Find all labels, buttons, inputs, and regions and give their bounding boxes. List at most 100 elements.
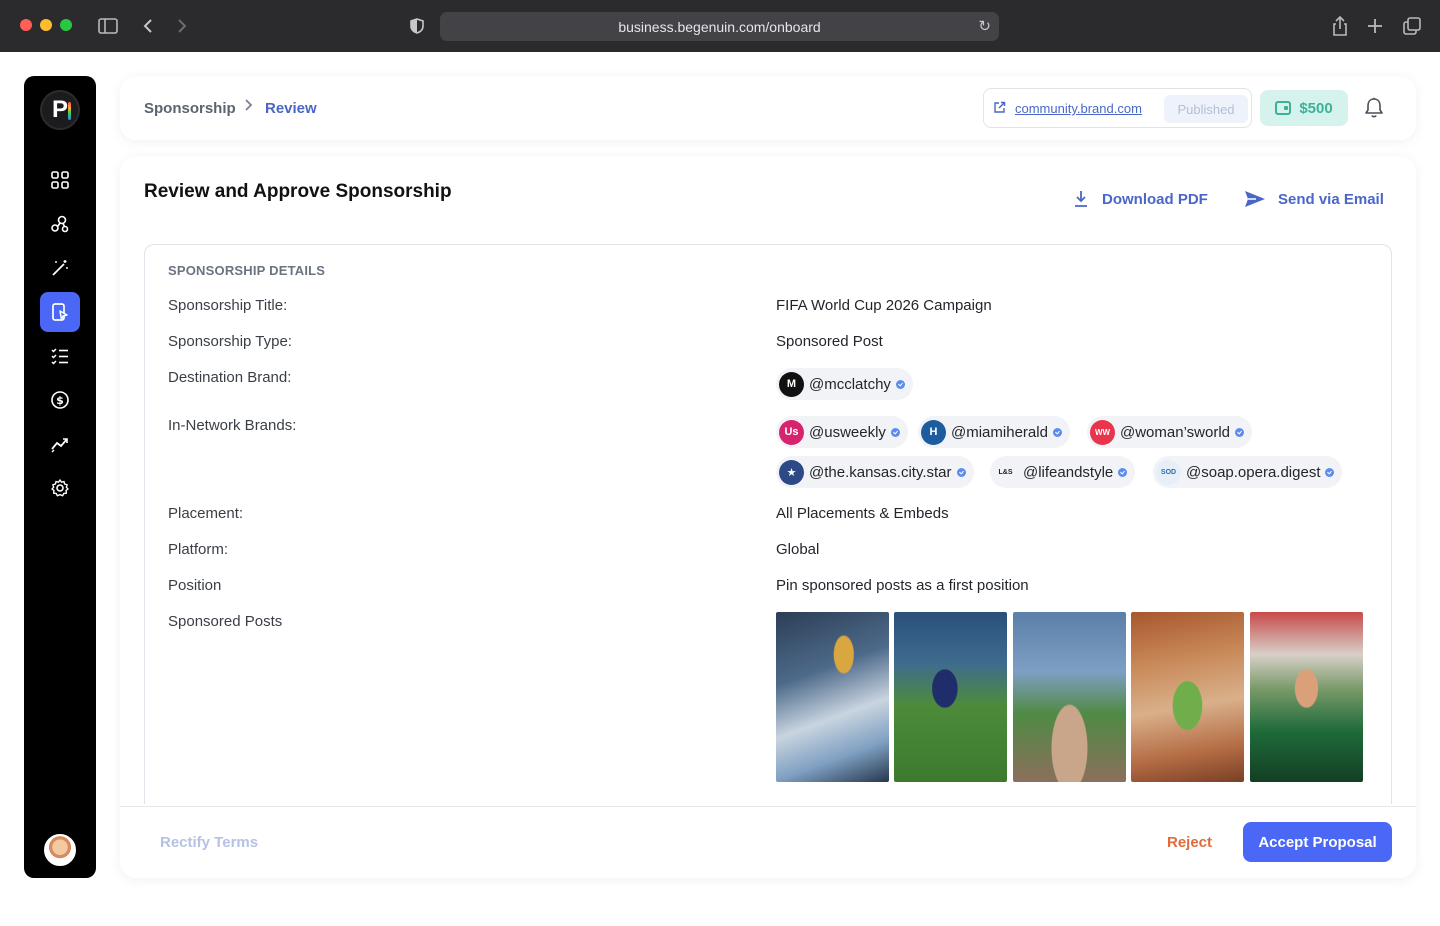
community-link-box: community.brand.com Published	[983, 88, 1252, 128]
send-icon	[1245, 191, 1265, 207]
back-icon[interactable]	[136, 14, 160, 38]
position-label: Position	[168, 577, 222, 594]
brand-handle: @lifeandstyle	[1023, 463, 1114, 481]
title-value: FIFA World Cup 2026 Campaign	[776, 297, 992, 314]
external-link-icon	[993, 101, 1007, 115]
sponsored-posts-label: Sponsored Posts	[168, 613, 283, 630]
reload-icon[interactable]: ↻	[978, 17, 991, 35]
verified-icon	[1118, 467, 1128, 477]
user-avatar[interactable]	[44, 834, 76, 866]
page-title: Review and Approve Sponsorship	[144, 181, 452, 202]
logo-color-bar	[68, 102, 71, 120]
brand-logo: L&S	[993, 459, 1018, 485]
brand-logo: SOD	[1156, 459, 1181, 485]
type-value: Sponsored Post	[776, 333, 883, 350]
sidebar-item-analytics[interactable]	[40, 424, 80, 464]
placement-label: Placement:	[168, 505, 244, 522]
wallet-balance-button[interactable]: $500	[1260, 90, 1348, 126]
sponsored-post-thumbnail[interactable]	[1013, 612, 1126, 782]
sidebar-item-network[interactable]	[40, 204, 80, 244]
verified-icon	[890, 427, 900, 437]
type-label: Sponsorship Type:	[168, 333, 292, 350]
breadcrumb-sponsorship[interactable]: Sponsorship	[144, 100, 236, 117]
send-email-label: Send via Email	[1278, 190, 1384, 208]
brand-handle: @miamiherald	[951, 423, 1048, 441]
app-sidebar: P $	[24, 76, 96, 878]
sidebar-item-sponsorship[interactable]	[40, 292, 80, 332]
review-card: Review and Approve Sponsorship Download …	[120, 156, 1416, 878]
sidebar-item-earnings[interactable]: $	[40, 380, 80, 420]
checklist-icon	[51, 348, 68, 365]
forward-icon[interactable]	[170, 14, 194, 38]
verified-icon	[1235, 427, 1244, 437]
brand-handle: @mcclatchy	[809, 375, 891, 393]
sponsorship-details-section: SPONSORSHIP DETAILS Sponsorship Title: F…	[144, 244, 1392, 804]
analytics-icon	[51, 438, 68, 453]
new-tab-icon[interactable]	[1363, 14, 1387, 38]
platform-value: Global	[776, 541, 820, 558]
title-label: Sponsorship Title:	[168, 297, 288, 314]
sidebar-item-tasks[interactable]	[40, 336, 80, 376]
sponsorship-icon	[52, 303, 68, 321]
verified-icon	[1325, 467, 1335, 477]
brand-chip-kansascitystar[interactable]: ★ @the.kansas.city.star	[776, 456, 974, 488]
footer-divider	[120, 806, 1416, 807]
accept-proposal-button[interactable]: Accept Proposal	[1243, 822, 1392, 862]
rectify-terms-button[interactable]: Rectify Terms	[160, 834, 258, 851]
bell-icon[interactable]	[1364, 97, 1384, 119]
sponsored-post-thumbnail[interactable]	[1131, 612, 1244, 782]
sidebar-item-settings[interactable]	[40, 468, 80, 508]
section-title: SPONSORSHIP DETAILS	[168, 263, 326, 278]
network-icon	[51, 215, 69, 233]
magic-wand-icon	[52, 260, 68, 276]
minimize-window-button[interactable]	[40, 19, 52, 31]
verified-icon	[1052, 427, 1062, 437]
brand-chip-miamiherald[interactable]: H @miamiherald	[918, 416, 1070, 448]
breadcrumb-review: Review	[265, 100, 317, 117]
platform-label: Platform:	[168, 541, 229, 558]
chevron-right-icon	[244, 98, 254, 117]
brand-handle: @soap.opera.digest	[1186, 463, 1321, 481]
position-value: Pin sponsored posts as a first position	[776, 577, 1029, 594]
share-icon[interactable]	[1328, 14, 1352, 38]
brand-chip-lifeandstyle[interactable]: L&S @lifeandstyle	[990, 456, 1136, 488]
destination-label: Destination Brand:	[168, 369, 292, 386]
download-pdf-button[interactable]: Download PDF	[1072, 190, 1208, 208]
brand-logo: WW	[1090, 419, 1115, 445]
maximize-window-button[interactable]	[60, 19, 72, 31]
verified-icon	[895, 379, 905, 389]
sponsored-post-thumbnail[interactable]	[776, 612, 889, 782]
sidebar-toggle-icon[interactable]	[96, 14, 120, 38]
gear-icon	[51, 479, 69, 497]
shield-icon[interactable]	[405, 14, 429, 38]
sidebar-item-create[interactable]	[40, 248, 80, 288]
in-network-label: In-Network Brands:	[168, 417, 297, 434]
brand-logo: H	[921, 419, 946, 445]
sidebar-item-dashboard[interactable]	[40, 160, 80, 200]
close-window-button[interactable]	[20, 19, 32, 31]
dollar-icon: $	[51, 391, 69, 409]
tabs-overview-icon[interactable]	[1400, 14, 1424, 38]
grid-icon	[51, 171, 69, 189]
url-text: business.begenuin.com/onboard	[618, 18, 821, 35]
wallet-balance: $500	[1299, 99, 1333, 117]
download-pdf-label: Download PDF	[1102, 190, 1208, 208]
brand-logo: M	[779, 371, 804, 397]
svg-text:$: $	[56, 394, 64, 407]
destination-brand-chip[interactable]: M @mcclatchy	[776, 368, 913, 400]
brand-handle: @woman’sworld	[1120, 423, 1230, 441]
brand-chip-usweekly[interactable]: Us @usweekly	[776, 416, 908, 448]
brand-chip-womansworld[interactable]: WW @woman’sworld	[1087, 416, 1252, 448]
download-icon	[1075, 191, 1087, 207]
sponsored-post-thumbnail[interactable]	[1250, 612, 1363, 782]
send-email-button[interactable]: Send via Email	[1244, 190, 1384, 208]
community-url-link[interactable]: community.brand.com	[1015, 101, 1142, 116]
brand-chip-soapoperadigest[interactable]: SOD @soap.opera.digest	[1153, 456, 1343, 488]
sponsored-post-thumbnail[interactable]	[894, 612, 1007, 782]
placement-value: All Placements & Embeds	[776, 505, 949, 522]
address-bar[interactable]: business.begenuin.com/onboard ↻	[440, 12, 999, 41]
logo-letter: P	[51, 96, 68, 123]
reject-button[interactable]: Reject	[1167, 834, 1212, 851]
app-logo[interactable]: P	[40, 90, 80, 130]
browser-toolbar: business.begenuin.com/onboard ↻	[0, 0, 1440, 52]
